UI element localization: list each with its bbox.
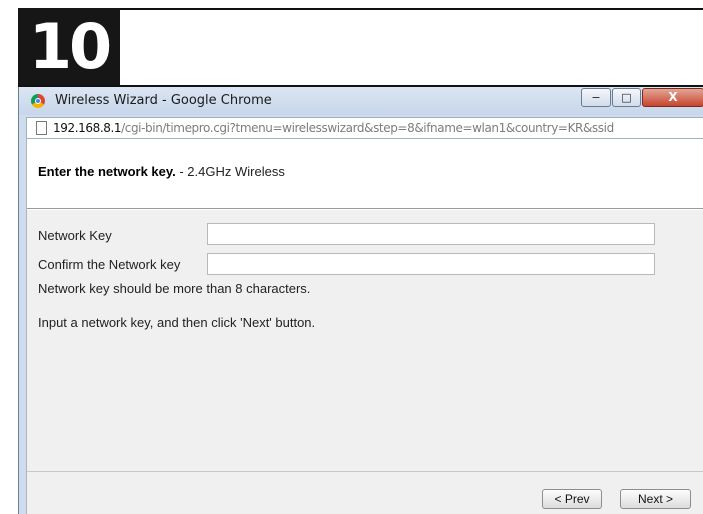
browser-window: Wireless Wizard - Google Chrome − □ X 19… <box>18 87 703 514</box>
step-number-badge: 10 <box>18 8 120 86</box>
page-icon <box>36 121 47 135</box>
confirm-key-label: Confirm the Network key <box>38 257 181 272</box>
close-icon: X <box>668 90 678 104</box>
minimize-icon: − <box>591 91 601 104</box>
window-title: Wireless Wizard - Google Chrome <box>55 93 272 108</box>
chrome-logo-icon <box>31 94 45 108</box>
confirm-key-input[interactable] <box>207 253 655 275</box>
wizard-header: Enter the network key. - 2.4GHz Wireless <box>27 139 703 209</box>
next-button[interactable]: Next > <box>620 489 691 509</box>
prev-button[interactable]: < Prev <box>542 489 602 509</box>
maximize-button[interactable]: □ <box>612 88 641 107</box>
wizard-panel: Network Key Confirm the Network key Netw… <box>27 210 703 514</box>
page-content: Enter the network key. - 2.4GHz Wireless… <box>26 139 703 514</box>
url-text[interactable]: 192.168.8.1/cgi-bin/timepro.cgi?tmenu=wi… <box>53 121 698 135</box>
page-title: Enter the network key. - 2.4GHz Wireless <box>38 164 285 179</box>
key-length-hint: Network key should be more than 8 charac… <box>38 281 311 296</box>
title-bar[interactable]: Wireless Wizard - Google Chrome − □ X <box>19 87 703 115</box>
minimize-button[interactable]: − <box>581 88 611 107</box>
network-key-label: Network Key <box>38 228 112 243</box>
url-path: /cgi-bin/timepro.cgi?tmenu=wirelesswizar… <box>121 121 614 135</box>
instruction-text: Input a network key, and then click 'Nex… <box>38 315 316 330</box>
top-divider <box>120 8 703 10</box>
page-title-main: Enter the network key. <box>38 164 176 179</box>
close-button[interactable]: X <box>642 88 703 107</box>
footer-divider <box>27 471 703 472</box>
address-bar[interactable]: 192.168.8.1/cgi-bin/timepro.cgi?tmenu=wi… <box>26 117 703 139</box>
maximize-icon: □ <box>621 91 632 104</box>
url-host: 192.168.8.1 <box>53 121 122 135</box>
page-title-suffix: - 2.4GHz Wireless <box>175 164 285 179</box>
network-key-input[interactable] <box>207 223 655 245</box>
